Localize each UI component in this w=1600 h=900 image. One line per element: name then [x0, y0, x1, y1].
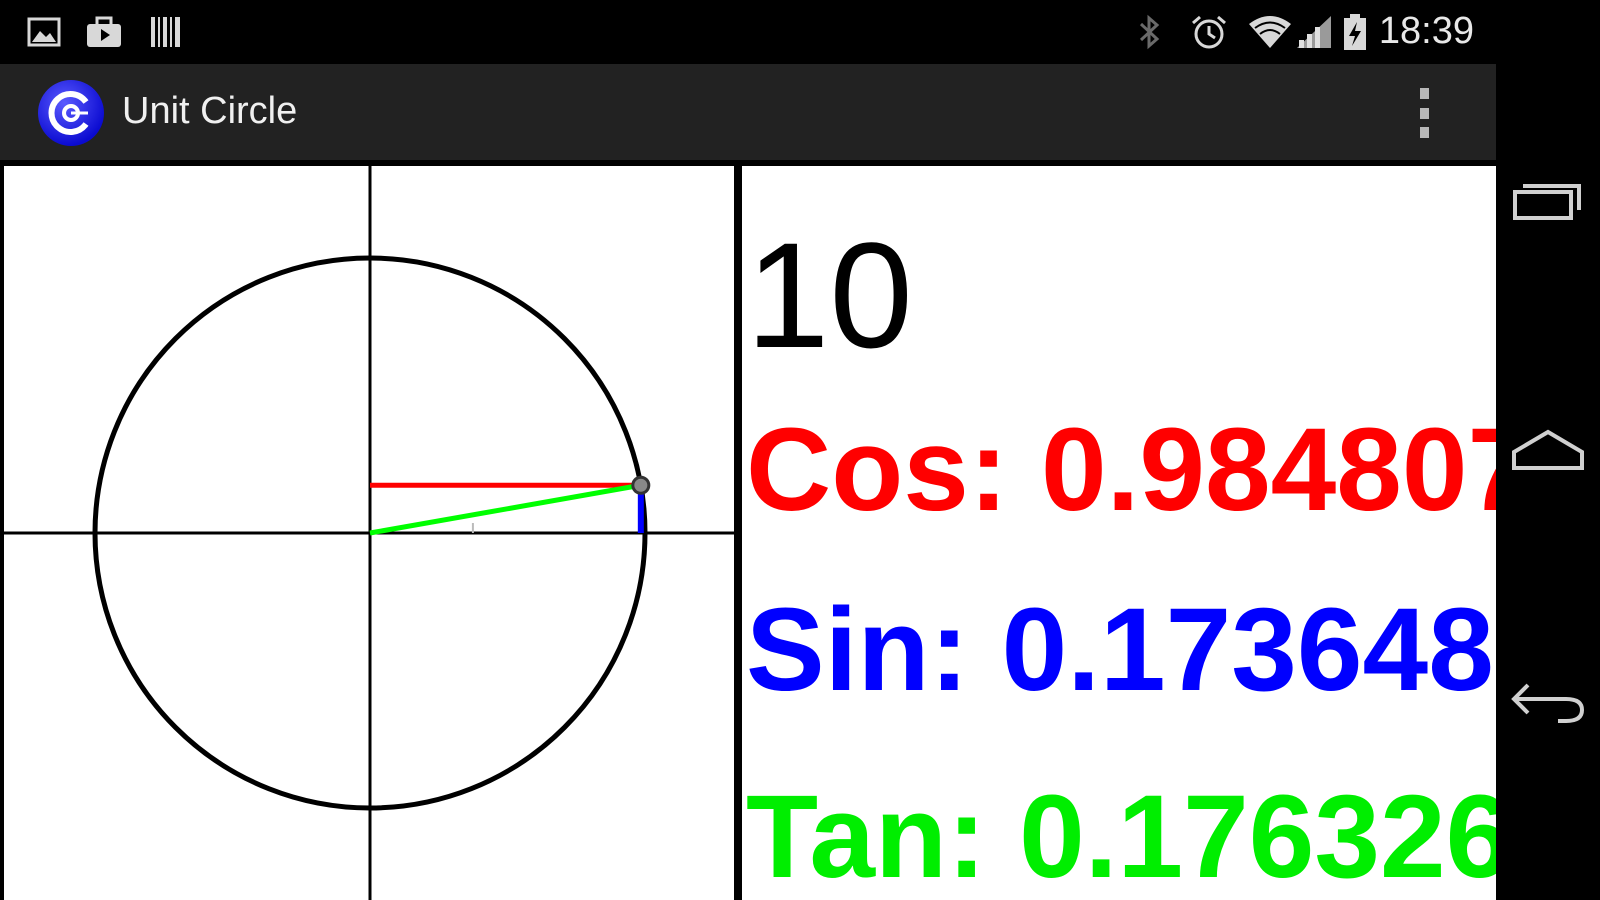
unit-circle-panel[interactable]	[4, 166, 734, 900]
navigation-bar	[1496, 0, 1600, 900]
overflow-menu-icon[interactable]	[1404, 84, 1444, 142]
alarm-icon	[1188, 14, 1230, 50]
status-bar: 18:39	[0, 0, 1496, 64]
angle-value: 10	[746, 211, 913, 379]
image-notification-icon	[26, 14, 62, 50]
radius-segment	[369, 482, 642, 536]
bluetooth-icon	[1136, 14, 1164, 50]
home-icon[interactable]	[1508, 410, 1588, 490]
overflow-dot	[1419, 88, 1429, 99]
cos-value: Cos: 0.984807	[746, 404, 1496, 536]
barcode-notification-icon	[148, 14, 184, 50]
screen: 18:39 Unit Circle 10 Cos: 0.984807 Sin: …	[0, 0, 1600, 900]
recent-apps-icon[interactable]	[1508, 160, 1588, 240]
wifi-icon	[1246, 14, 1294, 50]
back-icon[interactable]	[1508, 660, 1588, 740]
sin-value: Sin: 0.173648	[746, 584, 1494, 716]
unit-circle-diagram[interactable]	[4, 166, 734, 900]
values-panel: 10 Cos: 0.984807 Sin: 0.173648 Tan: 0.17…	[742, 166, 1496, 900]
overflow-dot	[1419, 127, 1429, 138]
content-area: 10 Cos: 0.984807 Sin: 0.173648 Tan: 0.17…	[0, 160, 1496, 900]
angle-handle[interactable]	[631, 475, 651, 495]
briefcase-notification-icon	[84, 14, 124, 50]
app-logo-icon[interactable]	[36, 78, 106, 148]
overflow-dot	[1419, 107, 1429, 119]
tan-value: Tan: 0.176326	[746, 771, 1496, 900]
cell-signal-icon	[1294, 14, 1334, 50]
app-title: Unit Circle	[122, 90, 298, 132]
action-bar: Unit Circle	[0, 64, 1496, 160]
status-time: 18:39	[1378, 10, 1474, 52]
battery-icon	[1340, 14, 1370, 50]
